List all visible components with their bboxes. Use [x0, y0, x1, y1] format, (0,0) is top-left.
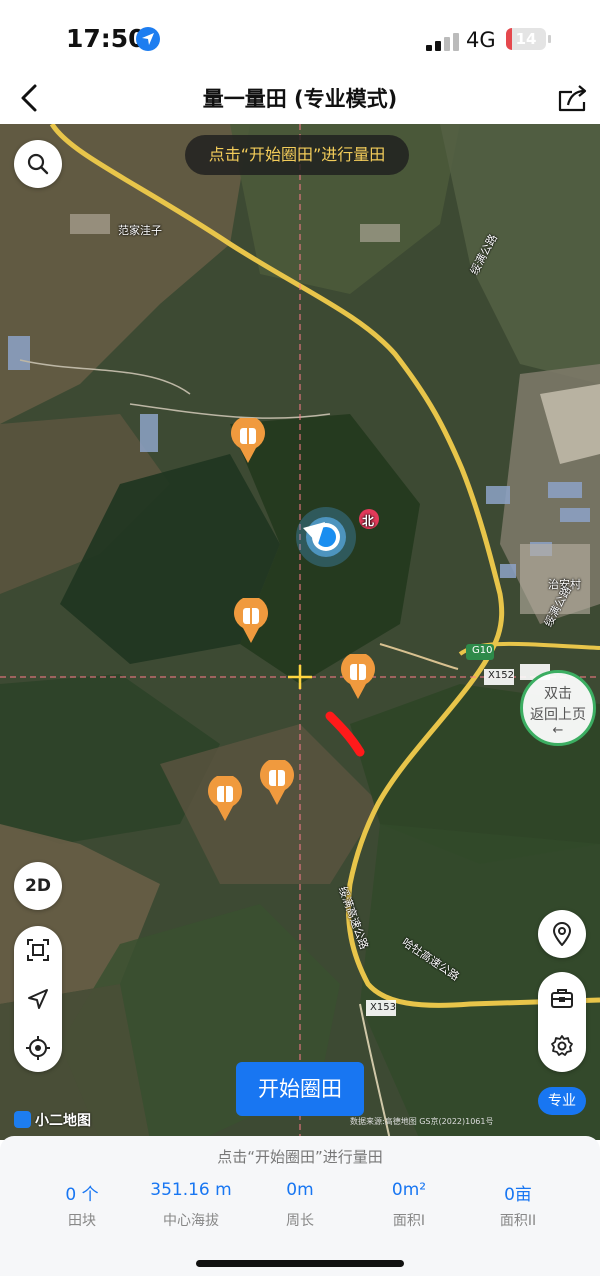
home-indicator [196, 1260, 404, 1267]
navigation-button[interactable] [14, 975, 62, 1023]
pro-mode-badge[interactable]: 专业 [538, 1087, 586, 1115]
map-label-village: 范家洼子 [118, 224, 162, 237]
logo-text: 小二地图 [35, 1113, 91, 1129]
page-title: 量一量田 (专业模式) [202, 87, 398, 111]
battery-percent: 14 [515, 30, 537, 48]
stat-field-count: 0 个 田块 [22, 1180, 142, 1230]
stat-label: 田块 [68, 1213, 96, 1229]
back-page-line1: 双击 [544, 686, 572, 702]
stat-label: 中心海拔 [163, 1213, 219, 1229]
back-button[interactable] [10, 76, 50, 120]
capture-frame-button[interactable] [14, 926, 62, 974]
stat-center-elevation: 351.16 m 中心海拔 [131, 1180, 251, 1230]
stat-value: 0 个 [65, 1185, 99, 1205]
stat-area-sqm: 0m² 面积I [349, 1180, 469, 1230]
share-button[interactable] [552, 80, 592, 116]
location-pin-button[interactable] [538, 910, 586, 958]
map-2d-toggle[interactable]: 2D [14, 862, 62, 910]
right-toolbar [538, 972, 586, 1072]
settings-gear-icon [551, 1035, 573, 1056]
stat-label: 面积II [499, 1213, 537, 1229]
map-label-road-sign: X153 [370, 1002, 396, 1013]
map-hint-pill: 点击“开始圈田”进行量田 [185, 135, 409, 175]
settings-button[interactable] [538, 1022, 586, 1070]
satellite-imagery [0, 124, 600, 1140]
status-bar: 17:50 4G 14 [0, 0, 600, 72]
map-label-road-sign: X152 [488, 670, 514, 681]
field-marker-icon[interactable] [233, 596, 269, 644]
field-marker-icon[interactable] [340, 652, 376, 700]
toolbox-button[interactable] [538, 974, 586, 1022]
stat-value: 0m [286, 1180, 314, 1200]
locate-me-button[interactable] [14, 1024, 62, 1072]
field-marker-icon[interactable] [207, 774, 243, 822]
double-tap-back-button[interactable]: 双击 返回上页 ← [520, 670, 596, 746]
stat-area-mu: 0亩 面积II [458, 1180, 578, 1230]
cellular-signal-icon [426, 33, 462, 51]
field-marker-icon[interactable] [230, 416, 266, 464]
location-arrow-icon [136, 27, 160, 51]
stat-perimeter: 0m 周长 [240, 1180, 360, 1230]
panel-hint: 点击“开始圈田”进行量田 [217, 1148, 383, 1166]
location-pin-icon [552, 922, 572, 946]
left-toolbar [14, 926, 62, 1072]
back-page-line2: 返回上页 [530, 707, 586, 723]
back-arrow-icon: ← [552, 723, 564, 738]
battery-cap [548, 35, 551, 43]
chevron-left-icon [21, 84, 37, 112]
locate-crosshair-icon [26, 1036, 50, 1060]
search-icon [27, 153, 49, 175]
battery-icon: 14 [506, 28, 546, 50]
stat-label: 周长 [286, 1213, 314, 1229]
stat-value: 351.16 m [150, 1180, 232, 1200]
toolbox-icon [551, 989, 573, 1008]
capture-frame-icon [27, 939, 49, 961]
stat-value: 0m² [391, 1180, 427, 1200]
status-time: 17:50 [66, 24, 146, 53]
map-label-expressway-sign: G10 [472, 645, 493, 656]
start-measure-button[interactable]: 开始圈田 [236, 1062, 364, 1116]
logo-icon [14, 1111, 31, 1128]
stat-label: 面积I [392, 1213, 426, 1229]
search-button[interactable] [14, 140, 62, 188]
compass-north-label: 北 [362, 514, 375, 528]
nav-bar: 量一量田 (专业模式) [0, 72, 600, 124]
share-icon [558, 85, 587, 112]
satellite-map[interactable]: 点击“开始圈田”进行量田 范家洼子 绥满公路 北 治安村 绥满公路 G10 X1… [0, 124, 600, 1140]
field-marker-icon[interactable] [259, 758, 295, 806]
app-screen: 17:50 4G 14 量一量田 (专业模式) 点击“开始圈田”进行量田 范家洼… [0, 0, 600, 1276]
measurement-panel: 点击“开始圈田”进行量田 0 个 田块 351.16 m 中心海拔 0m 周长 … [0, 1136, 600, 1276]
map-copyright: 数据来源:高德地图 GS京(2022)1061号 [350, 1117, 494, 1126]
stat-value: 0亩 [504, 1185, 532, 1205]
navigation-arrow-icon [28, 989, 48, 1009]
network-type: 4G [466, 28, 496, 52]
